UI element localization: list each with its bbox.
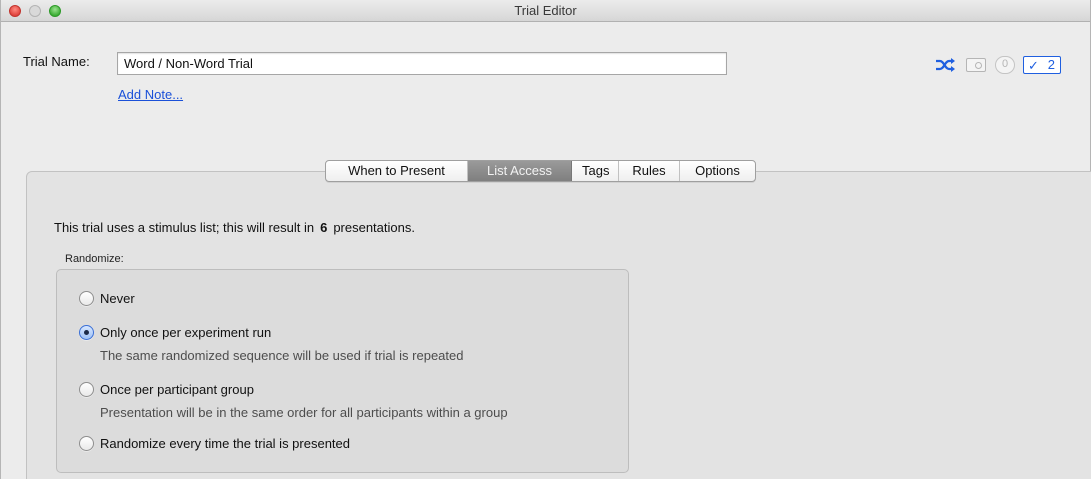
trial-name-label: Trial Name: — [23, 54, 90, 69]
card-icon[interactable] — [966, 58, 986, 72]
tab-when-to-present[interactable]: When to Present — [326, 161, 468, 181]
window-title: Trial Editor — [514, 3, 577, 18]
presentation-summary: This trial uses a stimulus list; this wi… — [54, 220, 415, 235]
tab-bar: When to Present List Access Tags Rules O… — [325, 160, 756, 182]
option-description: The same randomized sequence will be use… — [100, 348, 464, 363]
radio-button[interactable] — [79, 436, 94, 451]
radio-label: Only once per experiment run — [100, 325, 272, 340]
radio-label: Never — [100, 291, 135, 306]
tab-tags[interactable]: Tags — [572, 161, 619, 181]
tab-list-access[interactable]: List Access — [468, 161, 572, 181]
title-bar: Trial Editor — [1, 0, 1090, 22]
radio-button[interactable] — [79, 382, 94, 397]
radio-label: Randomize every time the trial is presen… — [100, 436, 351, 451]
trial-name-input[interactable] — [117, 52, 727, 75]
checkmark-icon: ✓ — [1028, 58, 1039, 73]
trial-editor-window: Trial Editor Trial Name: Add Note... 0 ✓… — [0, 0, 1091, 479]
summary-suffix: presentations. — [333, 220, 415, 235]
option-description: Presentation will be in the same order f… — [100, 405, 508, 420]
summary-prefix: This trial uses a stimulus list; this wi… — [54, 220, 315, 235]
radio-label: Once per participant group — [100, 382, 254, 397]
tab-options[interactable]: Options — [680, 161, 755, 181]
tab-rules[interactable]: Rules — [619, 161, 680, 181]
zero-count-badge[interactable]: 0 — [995, 56, 1015, 74]
checked-count-badge[interactable]: ✓ 2 — [1023, 56, 1061, 74]
radio-button-selected[interactable] — [79, 325, 94, 340]
checked-count: 2 — [1047, 57, 1055, 72]
radio-button[interactable] — [79, 291, 94, 306]
add-note-link[interactable]: Add Note... — [118, 87, 183, 102]
presentation-count: 6 — [320, 220, 328, 235]
shuffle-icon[interactable] — [935, 56, 957, 74]
randomize-label: Randomize: — [65, 253, 124, 265]
